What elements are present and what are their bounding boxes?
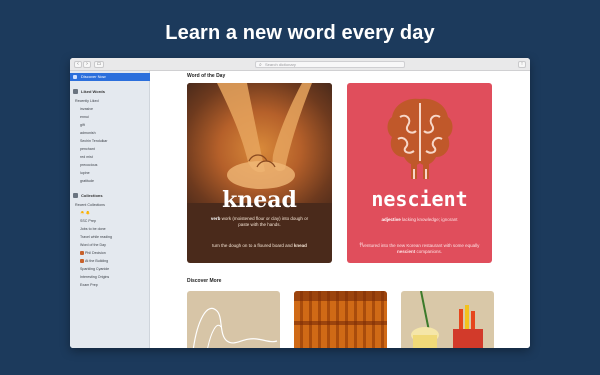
card-example: I ventured into the new Korean restauran… [359,243,480,254]
list-item[interactable]: penchant [80,147,95,152]
list-item[interactable]: admonish [80,131,96,136]
forward-button[interactable]: › [83,61,91,68]
list-item[interactable]: Word of the Day [80,243,106,248]
word-of-the-day-title: Word of the Day [187,73,226,79]
list-item[interactable]: gratitude [80,179,94,184]
list-item[interactable]: Recently Liked [75,99,99,104]
back-button[interactable]: ‹ [74,61,82,68]
word-card-knead[interactable]: knead verb work (moistened flour or clay… [187,83,332,263]
sidebar-toggle-button[interactable]: ▭ [94,61,104,68]
card-definition: adjective lacking knowledge; ignorant [381,217,458,222]
list-item[interactable]: Jobs to be done [80,227,106,232]
list-item[interactable]: 🐣 🐥 [80,211,90,216]
sidebar: Discover Now Liked Words Recently Liked … [70,71,150,348]
list-item[interactable]: Exam Prep [80,283,98,288]
list-item[interactable]: precocious [80,163,97,168]
list-item[interactable]: ennui [80,115,89,120]
list-item[interactable]: Travel while reading [80,235,112,240]
kneading-hands-image [187,83,332,203]
list-item[interactable]: gift [80,123,85,128]
list-item[interactable]: red mist [80,155,93,160]
collections-icon [73,193,78,199]
share-button[interactable]: ↑ [518,61,526,68]
sidebar-item-label: Discover Now [81,74,106,79]
list-item[interactable]: lupine [80,171,90,176]
discover-icon [73,75,77,79]
collection-icon [80,259,84,264]
sidebar-item-discover-now[interactable]: Discover Now [70,73,150,81]
app-window: ‹ › ▭ ⌕ Search dictionary ↑ Discover Now… [70,58,530,348]
list-item[interactable]: SSC Prep [80,219,96,224]
discover-card[interactable] [187,291,280,348]
main-content: Word of the Day knead verb work (moisten… [150,71,530,348]
sketch-illustration [192,307,278,348]
list-item[interactable]: invasive [80,107,93,112]
search-placeholder: Search dictionary [265,62,296,67]
word-card-nescient[interactable]: nescient adjective lacking knowledge; ig… [347,83,492,263]
liked-words-header[interactable]: Liked Words [73,89,105,95]
headline: Learn a new word every day [165,22,435,44]
discover-more-title: Discover More [187,278,222,284]
list-item[interactable]: Sparkling Cyanide [80,267,109,272]
card-word: nescient [371,187,468,211]
food-drink-illustration [411,291,483,348]
search-icon: ⌕ [259,62,262,68]
list-item[interactable]: Phil Decision [80,251,106,256]
discover-card[interactable] [401,291,494,348]
list-item[interactable]: Interesting Origins [80,275,109,280]
collection-icon [80,251,84,256]
brain-icon [387,98,453,179]
discover-card[interactable] [294,291,387,348]
list-item[interactable]: At the Building [80,259,108,264]
heart-icon [73,89,78,95]
card-word: knead [222,187,297,213]
list-item[interactable]: Sechin Tendulkar [80,139,108,144]
list-item[interactable]: Recent Collections [75,203,105,208]
search-input[interactable]: ⌕ Search dictionary [255,61,405,68]
card-definition: verb work (moistened flour or clay) into… [210,216,309,227]
collections-header[interactable]: Collections [73,193,103,199]
card-example: turn the dough on to a floured board and… [212,243,307,248]
title-bar: ‹ › ▭ ⌕ Search dictionary ↑ [70,58,530,71]
theater-image [294,291,387,325]
